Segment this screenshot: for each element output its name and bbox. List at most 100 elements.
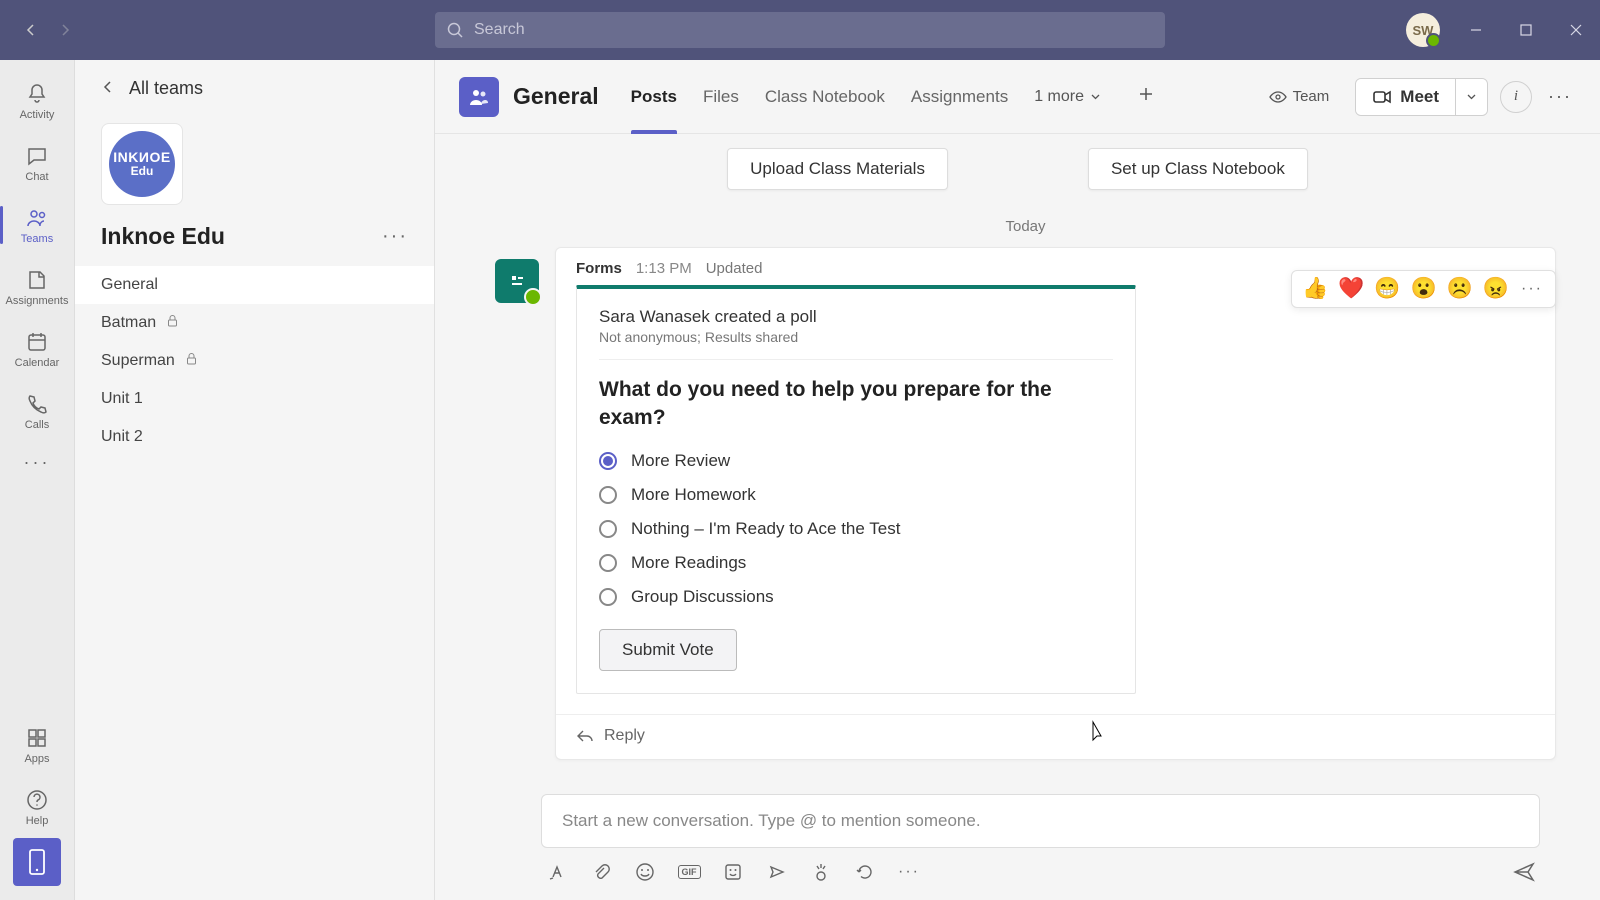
rail-label: Calls bbox=[25, 419, 49, 431]
divider bbox=[599, 359, 1113, 360]
calendar-icon bbox=[25, 330, 49, 354]
rail-label: Activity bbox=[20, 109, 55, 121]
tab-more[interactable]: 1 more bbox=[1034, 88, 1101, 106]
rail-label: Calendar bbox=[15, 357, 60, 369]
compose-more-button[interactable]: ··· bbox=[897, 860, 921, 884]
tab-class-notebook[interactable]: Class Notebook bbox=[765, 60, 885, 133]
team-visibility-button[interactable]: Team bbox=[1255, 82, 1344, 112]
search-input[interactable] bbox=[474, 21, 1153, 39]
content-header: General Posts Files Class Notebook Assig… bbox=[435, 60, 1600, 134]
rail-more[interactable]: ··· bbox=[0, 442, 75, 482]
content-area: General Posts Files Class Notebook Assig… bbox=[435, 60, 1600, 900]
rail-activity[interactable]: Activity bbox=[0, 70, 75, 132]
reaction-like[interactable]: 👍 bbox=[1302, 277, 1328, 301]
rail-calendar[interactable]: Calendar bbox=[0, 318, 75, 380]
channel-unit1[interactable]: Unit 1 bbox=[75, 380, 434, 418]
radio-icon bbox=[599, 554, 617, 572]
rail-label: Chat bbox=[25, 171, 48, 183]
loop-button[interactable] bbox=[853, 860, 877, 884]
upload-materials-button[interactable]: Upload Class Materials bbox=[727, 148, 948, 190]
rail-help[interactable]: Help bbox=[0, 776, 75, 838]
rail-label: Teams bbox=[21, 233, 53, 245]
reaction-angry[interactable]: 😠 bbox=[1483, 277, 1509, 301]
app-rail: Activity Chat Teams Assignments Calendar… bbox=[0, 60, 75, 900]
team-avatar: INKИOE Edu bbox=[101, 123, 183, 205]
channel-superman[interactable]: Superman bbox=[75, 342, 434, 380]
all-teams-label[interactable]: All teams bbox=[129, 78, 203, 99]
rail-chat[interactable]: Chat bbox=[0, 132, 75, 194]
meet-now-button[interactable] bbox=[765, 860, 789, 884]
sticker-button[interactable] bbox=[721, 860, 745, 884]
reaction-surprised[interactable]: 😮 bbox=[1411, 277, 1437, 301]
tab-files[interactable]: Files bbox=[703, 60, 739, 133]
poll-option[interactable]: More Review bbox=[599, 451, 1113, 471]
window-minimize-button[interactable] bbox=[1462, 16, 1490, 44]
eye-icon bbox=[1269, 88, 1287, 106]
chevron-down-icon bbox=[1466, 91, 1477, 102]
tab-posts[interactable]: Posts bbox=[631, 60, 677, 133]
reaction-laugh[interactable]: 😁 bbox=[1374, 277, 1400, 301]
meet-button[interactable]: Meet bbox=[1356, 79, 1455, 115]
channel-general[interactable]: General bbox=[75, 266, 434, 304]
phone-icon bbox=[25, 392, 49, 416]
rail-assignments[interactable]: Assignments bbox=[0, 256, 75, 318]
info-button[interactable]: i bbox=[1500, 81, 1532, 113]
radio-icon bbox=[599, 520, 617, 538]
reaction-more-button[interactable]: ··· bbox=[1519, 280, 1545, 298]
nav-forward-button[interactable] bbox=[50, 15, 80, 45]
rail-label: Assignments bbox=[6, 295, 69, 307]
rail-apps[interactable]: Apps bbox=[0, 714, 75, 776]
channel-unit2[interactable]: Unit 2 bbox=[75, 418, 434, 456]
format-button[interactable] bbox=[545, 860, 569, 884]
poll-question: What do you need to help you prepare for… bbox=[599, 376, 1113, 433]
window-close-button[interactable] bbox=[1562, 16, 1590, 44]
window-maximize-button[interactable] bbox=[1512, 16, 1540, 44]
setup-notebook-button[interactable]: Set up Class Notebook bbox=[1088, 148, 1308, 190]
team-name: Inknoe Edu bbox=[101, 223, 225, 250]
poll-card: Sara Wanasek created a poll Not anonymou… bbox=[576, 285, 1136, 694]
channel-label: Superman bbox=[101, 352, 175, 370]
rail-calls[interactable]: Calls bbox=[0, 380, 75, 442]
rail-mobile-button[interactable] bbox=[13, 838, 61, 886]
reply-button[interactable]: Reply bbox=[556, 714, 1555, 759]
gif-button[interactable]: GIF bbox=[677, 860, 701, 884]
poll-option[interactable]: More Homework bbox=[599, 485, 1113, 505]
reply-label: Reply bbox=[604, 727, 645, 745]
channel-label: Batman bbox=[101, 314, 156, 332]
search-box[interactable] bbox=[435, 12, 1165, 48]
team-badge-line2: Edu bbox=[131, 165, 154, 178]
poll-option[interactable]: Group Discussions bbox=[599, 587, 1113, 607]
tab-assignments[interactable]: Assignments bbox=[911, 60, 1008, 133]
poll-option-label: Nothing – I'm Ready to Ace the Test bbox=[631, 519, 900, 539]
meet-button-group: Meet bbox=[1355, 78, 1488, 116]
compose-input[interactable]: Start a new conversation. Type @ to ment… bbox=[541, 794, 1540, 848]
post: Forms 1:13 PM Updated Sara Wanasek creat… bbox=[495, 247, 1556, 760]
channel-list: General Batman Superman Unit 1 Unit 2 bbox=[75, 260, 434, 462]
praise-button[interactable] bbox=[809, 860, 833, 884]
poll-option-label: More Readings bbox=[631, 553, 746, 573]
add-tab-button[interactable] bbox=[1137, 85, 1155, 108]
emoji-button[interactable] bbox=[633, 860, 657, 884]
send-button[interactable] bbox=[1512, 860, 1536, 884]
reply-icon bbox=[576, 727, 594, 745]
team-more-button[interactable]: ··· bbox=[382, 225, 408, 248]
poll-option[interactable]: Nothing – I'm Ready to Ace the Test bbox=[599, 519, 1113, 539]
channel-sidebar: All teams INKИOE Edu Inknoe Edu ··· Gene… bbox=[75, 60, 435, 900]
channel-label: Unit 2 bbox=[101, 428, 143, 446]
meet-dropdown[interactable] bbox=[1455, 79, 1487, 115]
channel-batman[interactable]: Batman bbox=[75, 304, 434, 342]
poll-option[interactable]: More Readings bbox=[599, 553, 1113, 573]
attach-button[interactable] bbox=[589, 860, 613, 884]
nav-back-button[interactable] bbox=[16, 15, 46, 45]
reaction-heart[interactable]: ❤️ bbox=[1338, 277, 1364, 301]
rail-teams[interactable]: Teams bbox=[0, 194, 75, 256]
radio-icon bbox=[599, 452, 617, 470]
submit-vote-button[interactable]: Submit Vote bbox=[599, 629, 737, 671]
reaction-sad[interactable]: ☹️ bbox=[1447, 277, 1473, 301]
user-avatar[interactable]: SW bbox=[1406, 13, 1440, 47]
back-to-teams-button[interactable] bbox=[101, 78, 115, 99]
action-row: Upload Class Materials Set up Class Note… bbox=[435, 134, 1600, 200]
bell-icon bbox=[25, 82, 49, 106]
channel-more-button[interactable]: ··· bbox=[1544, 86, 1576, 107]
lock-icon bbox=[166, 314, 179, 332]
